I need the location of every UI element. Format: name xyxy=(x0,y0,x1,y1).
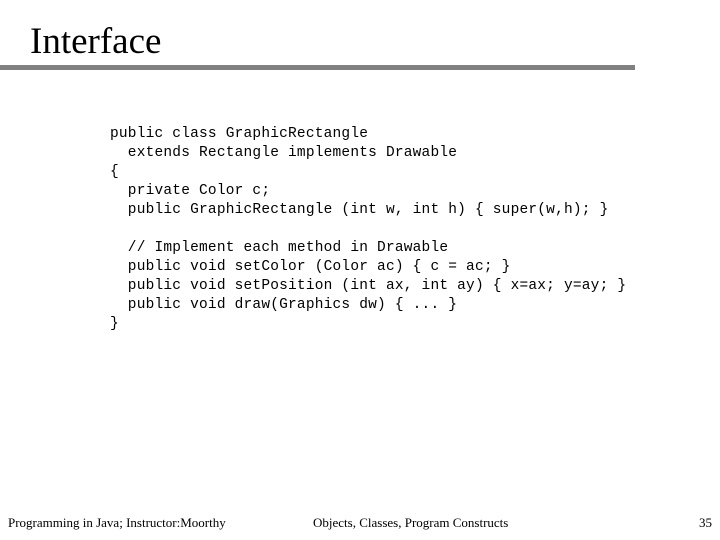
code-line: } xyxy=(110,315,119,332)
code-line: public void draw(Graphics dw) { ... } xyxy=(110,296,458,313)
code-line: // Implement each method in Drawable xyxy=(110,239,449,256)
code-line: { xyxy=(110,163,119,180)
code-line: private Color c; xyxy=(110,182,271,199)
slide-footer: Programming in Java; Instructor:Moorthy … xyxy=(0,512,720,536)
footer-page-number: 35 xyxy=(699,515,712,530)
page-title: Interface xyxy=(30,21,162,62)
code-line: public class GraphicRectangle xyxy=(110,125,369,142)
title-divider-rule xyxy=(0,65,635,70)
code-block: public class GraphicRectangle extends Re… xyxy=(110,125,710,334)
code-line: public void setPosition (int ax, int ay)… xyxy=(110,277,627,294)
code-line: public void setColor (Color ac) { c = ac… xyxy=(110,258,511,275)
code-line: extends Rectangle implements Drawable xyxy=(110,144,458,161)
footer-topic-label: Objects, Classes, Program Constructs xyxy=(313,515,509,530)
footer-course-label: Programming in Java; Instructor:Moorthy xyxy=(8,515,226,530)
presentation-slide: Interface public class GraphicRectangle … xyxy=(0,0,720,540)
code-line: public GraphicRectangle (int w, int h) {… xyxy=(110,201,609,218)
